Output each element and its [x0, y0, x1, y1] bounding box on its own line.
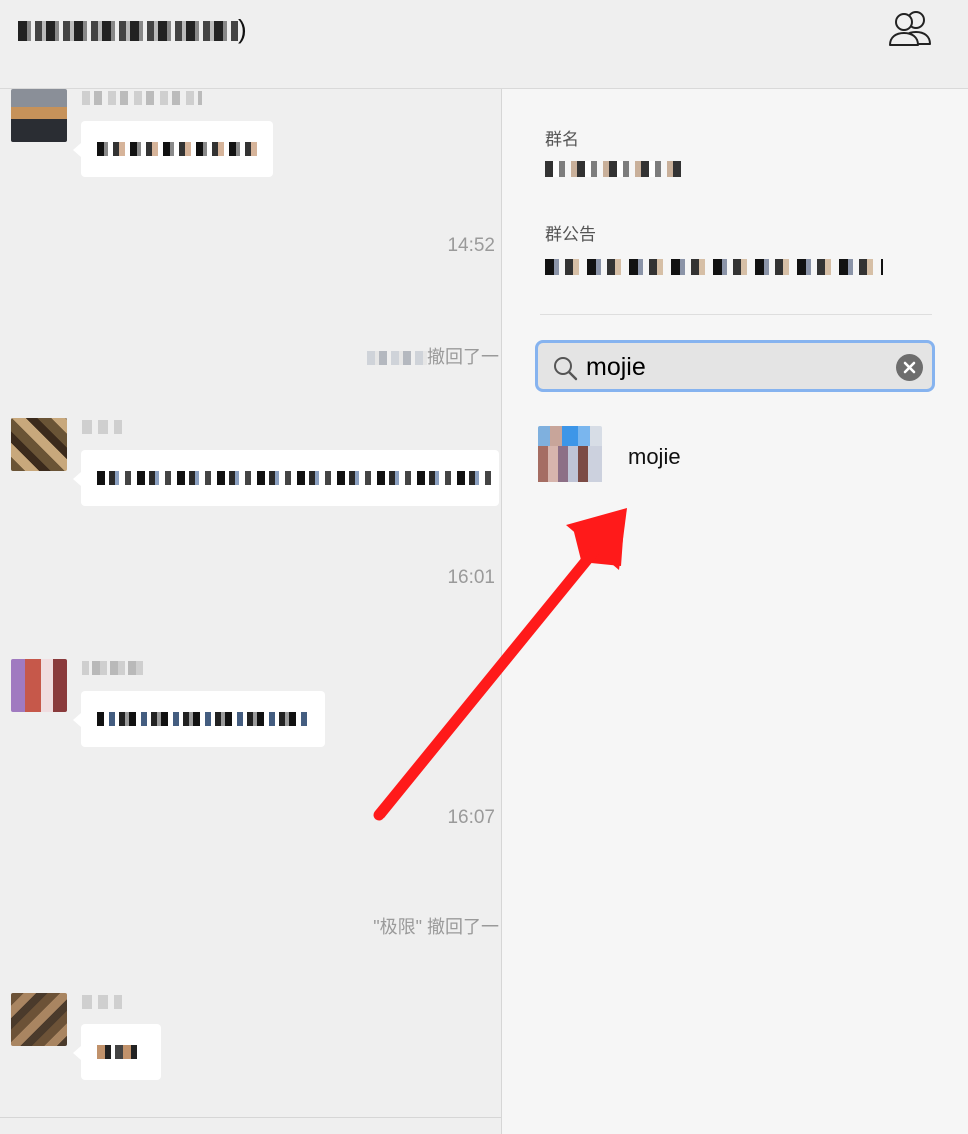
avatar: [538, 426, 602, 482]
clear-search-icon[interactable]: [896, 354, 923, 381]
recall-notice: "极限" 撤回了一: [373, 917, 499, 937]
sender-name-redacted: [82, 661, 146, 675]
message-text-redacted: [97, 712, 309, 726]
sender-name-redacted: [82, 995, 122, 1009]
group-title-redacted: [18, 21, 238, 42]
message-bubble[interactable]: [73, 1024, 161, 1080]
avatar[interactable]: [11, 659, 67, 712]
group-name-label: 群名: [545, 130, 579, 149]
message-text-redacted: [97, 142, 257, 156]
announcement-label: 群公告: [545, 225, 596, 244]
message-bubble[interactable]: [73, 450, 499, 506]
panel-separator: [540, 314, 932, 315]
avatar[interactable]: [11, 89, 67, 142]
chat-input-separator: [0, 1117, 501, 1118]
timestamp: 14:52: [447, 235, 495, 256]
avatar[interactable]: [11, 993, 67, 1046]
chat-message-list[interactable]: 14:52 撤回了一 16:01 16:07 "极限" 撤回了一: [0, 89, 501, 1134]
group-members-icon[interactable]: [886, 8, 934, 48]
search-result-item[interactable]: mojie: [536, 423, 936, 487]
announcement-value-redacted: [545, 259, 883, 275]
avatar[interactable]: [11, 418, 67, 471]
search-icon: [554, 357, 578, 381]
message-bubble[interactable]: [73, 691, 325, 747]
search-input[interactable]: [586, 350, 886, 384]
recall-name-redacted: [367, 351, 427, 366]
message-text-redacted: [97, 471, 491, 485]
sender-name-redacted: [82, 420, 122, 434]
result-name: mojie: [628, 444, 681, 469]
chat-header: ): [0, 0, 968, 89]
member-search-box[interactable]: [535, 340, 935, 392]
group-title: ): [18, 14, 248, 45]
timestamp: 16:01: [447, 567, 495, 588]
group-info-panel: 群名 群公告 mojie: [502, 89, 968, 1134]
message-bubble[interactable]: [73, 121, 273, 177]
recall-notice: 撤回了一: [367, 343, 499, 369]
group-name-value-redacted: [545, 161, 681, 177]
sender-name-redacted: [82, 91, 202, 105]
message-text-redacted: [97, 1045, 137, 1059]
timestamp: 16:07: [447, 807, 495, 828]
